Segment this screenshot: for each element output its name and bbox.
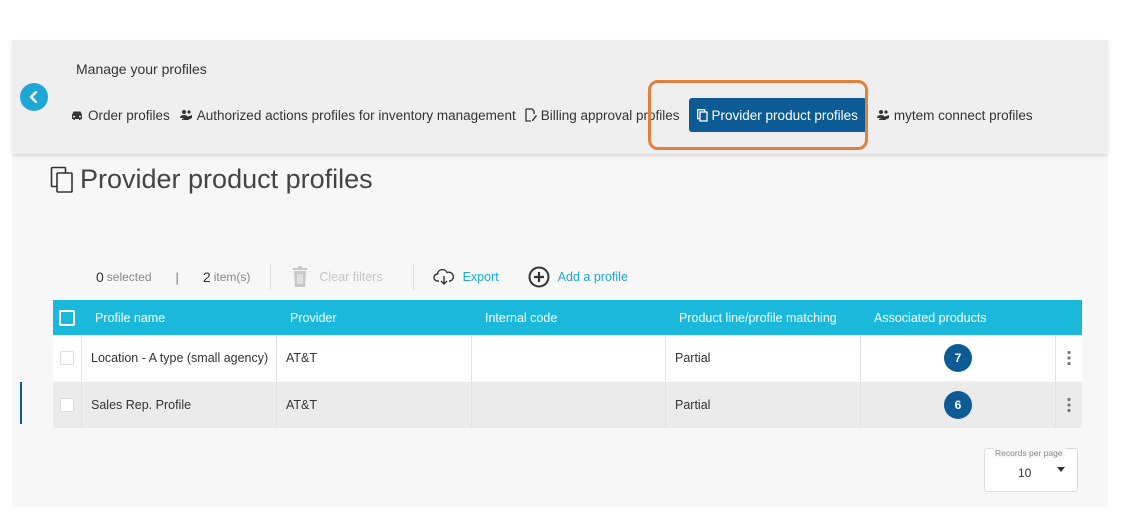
table-row[interactable]: Sales Rep. Profile AT&T Partial 6 [53,382,1082,429]
row-checkbox[interactable] [60,398,74,412]
back-button[interactable] [20,83,48,111]
records-per-page-select[interactable]: Records per page 10 [984,448,1078,492]
cell-profile-name: Sales Rep. Profile [81,382,276,428]
profiles-table: Profile name Provider Internal code Prod… [53,300,1082,429]
row-checkbox[interactable] [60,351,74,365]
kebab-menu-icon[interactable] [1067,350,1071,366]
selected-label: selected [106,270,152,284]
cell-profile-name: Location - A type (small agency) [81,335,276,381]
tab-label: Billing approval profiles [540,107,680,123]
tab-label: Provider product profiles [711,107,858,123]
tab-label: Order profiles [88,107,170,123]
list-toolbar: 0 selected | 2 item(s) Clear filters Exp… [96,264,628,290]
column-header-profile-name[interactable]: Profile name [81,300,276,335]
clear-filters-label: Clear filters [319,270,383,284]
left-accent-bar [20,382,22,424]
car-icon [72,111,82,120]
clear-filters-button[interactable]: Clear filters [291,266,383,288]
table-row[interactable]: Location - A type (small agency) AT&T Pa… [53,335,1082,382]
cloud-download-icon [432,269,454,285]
associated-products-badge[interactable]: 6 [944,391,972,419]
row-actions-cell [1055,382,1082,428]
tab-label: Authorized actions profiles for inventor… [196,107,516,123]
cell-internal-code [471,382,665,428]
records-per-page-value: 10 [1018,466,1032,480]
export-label: Export [462,270,499,284]
add-profile-button[interactable]: Add a profile [528,266,628,288]
toolbar-divider [412,264,414,290]
row-actions-cell [1055,335,1082,381]
items-label: item(s) [213,270,251,284]
tab-billing-approval-profiles[interactable]: Billing approval profiles [525,98,689,132]
page-heading: Provider product profiles [50,164,373,195]
export-button[interactable]: Export [432,269,499,285]
selected-count: 0 [96,269,104,285]
document-edit-icon [525,108,537,122]
cell-associated-products: 6 [860,382,1055,428]
row-check-cell [53,382,81,428]
column-header-actions [1055,300,1082,335]
users-hand-icon [876,110,889,120]
kebab-menu-icon[interactable] [1067,397,1071,413]
cell-provider: AT&T [276,382,471,428]
cell-matching: Partial [665,335,860,381]
tab-provider-product-profiles[interactable]: Provider product profiles [688,98,867,132]
tab-order-profiles[interactable]: Order profiles [70,98,179,132]
trash-icon [293,266,308,287]
tab-label: mytem connect profiles [893,107,1033,123]
count-separator: | [175,269,179,285]
profile-tabs: Order profiles Authorized actions profil… [70,98,1042,132]
column-header-internal-code[interactable]: Internal code [471,300,665,335]
cell-matching: Partial [665,382,860,428]
caret-down-icon [1057,467,1065,472]
manage-profiles-title: Manage your profiles [76,61,207,77]
users-hand-icon [179,110,192,120]
items-count: 2 [202,269,211,285]
column-header-associated-products[interactable]: Associated products [860,300,1055,335]
records-per-page-label: Records per page [993,448,1065,458]
associated-products-badge[interactable]: 7 [944,344,972,372]
app-container: Manage your profiles Order profiles Auth… [12,40,1108,507]
select-all-cell [53,300,81,335]
page-title: Provider product profiles [80,164,373,194]
tab-authorized-actions-profiles[interactable]: Authorized actions profiles for inventor… [179,98,525,132]
table-header: Profile name Provider Internal code Prod… [53,300,1082,335]
cell-internal-code [471,335,665,381]
chevron-left-icon [29,91,38,103]
tab-mytem-connect-profiles[interactable]: mytem connect profiles [876,98,1042,132]
top-bar: Manage your profiles Order profiles Auth… [12,40,1108,154]
column-header-provider[interactable]: Provider [276,300,471,335]
select-all-checkbox[interactable] [59,309,75,326]
row-check-cell [53,335,81,381]
cell-provider: AT&T [276,335,471,381]
copy-icon [696,108,708,122]
cell-associated-products: 7 [860,335,1055,381]
toolbar-divider [270,264,272,290]
copy-icon [50,166,73,193]
add-profile-label: Add a profile [557,270,628,284]
plus-circle-icon [528,266,550,288]
column-header-matching[interactable]: Product line/profile matching [665,300,860,335]
